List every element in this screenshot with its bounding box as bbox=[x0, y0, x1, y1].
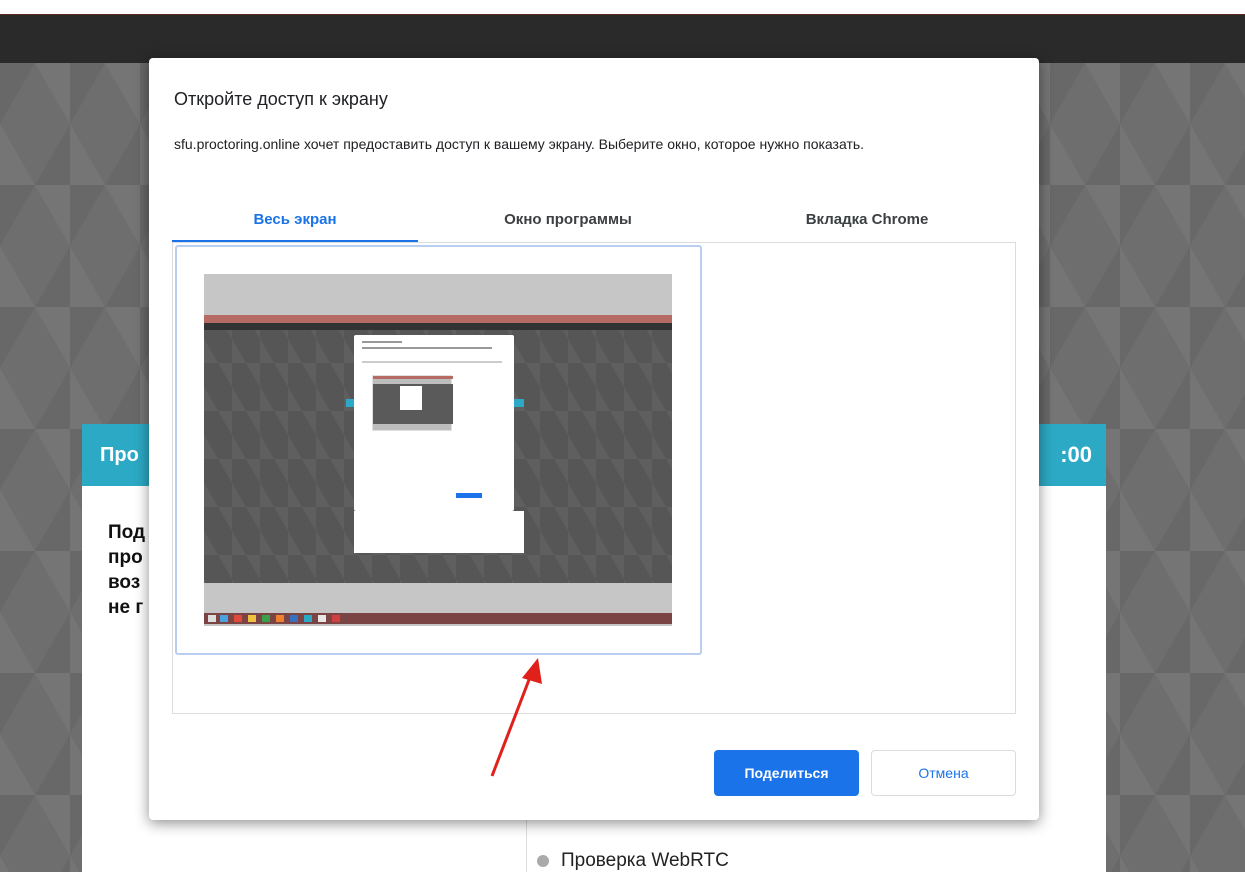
thumbnail-titlebar bbox=[204, 315, 672, 323]
taskbar-icon bbox=[208, 615, 216, 622]
tab-application-window[interactable]: Окно программы bbox=[418, 203, 718, 243]
thumbnail-taskbar bbox=[204, 613, 672, 624]
browser-top-bar bbox=[0, 14, 1245, 63]
taskbar-icon bbox=[276, 615, 284, 622]
tab-entire-screen[interactable]: Весь экран bbox=[172, 203, 418, 243]
status-dot-icon bbox=[537, 855, 549, 867]
arrow-shaft bbox=[490, 671, 534, 777]
check-item-webrtc: Проверка WebRTC bbox=[537, 850, 729, 872]
thumbnail-line bbox=[362, 361, 502, 363]
tab-chrome-tab[interactable]: Вкладка Chrome bbox=[718, 203, 1016, 243]
column-divider bbox=[526, 814, 527, 872]
check-item-label: Проверка WebRTC bbox=[561, 850, 729, 871]
thumbnail-share-button bbox=[456, 493, 482, 498]
thumbnail-addressbar bbox=[204, 323, 672, 330]
taskbar-icon bbox=[304, 615, 312, 622]
screen-thumbnail bbox=[204, 274, 672, 626]
body-line: воз bbox=[108, 572, 141, 593]
screen-source-tile[interactable] bbox=[175, 245, 702, 655]
share-button[interactable]: Поделиться bbox=[714, 750, 859, 796]
share-tabs: Весь экран Окно программы Вкладка Chrome bbox=[172, 203, 1016, 243]
check-header-title: Про bbox=[100, 444, 139, 466]
thumbnail-line bbox=[362, 341, 402, 343]
cancel-button[interactable]: Отмена bbox=[871, 750, 1016, 796]
taskbar-icon bbox=[332, 615, 340, 622]
check-body-text: Под про воз не г bbox=[108, 520, 145, 620]
taskbar-icon bbox=[248, 615, 256, 622]
thumbnail-nested-screen bbox=[372, 375, 453, 431]
taskbar-icon bbox=[234, 615, 242, 622]
dialog-title: Откройте доступ к экрану bbox=[174, 89, 388, 109]
document-top-edge bbox=[0, 0, 1245, 14]
check-timer: :00 bbox=[1060, 442, 1092, 467]
body-line: Под bbox=[108, 522, 146, 543]
taskbar-icon bbox=[220, 615, 228, 622]
thumbnail-desktop bbox=[204, 315, 672, 624]
body-line: не г bbox=[108, 597, 144, 618]
thumbnail-page-panel bbox=[354, 511, 524, 553]
annotation-arrow-icon bbox=[490, 658, 542, 777]
taskbar-icon bbox=[290, 615, 298, 622]
dialog-description: sfu.proctoring.online хочет предоставить… bbox=[174, 136, 865, 152]
body-line: про bbox=[108, 547, 143, 568]
thumbnail-dialog bbox=[354, 335, 514, 511]
taskbar-icon bbox=[262, 615, 270, 622]
thumbnail-nested-dialog bbox=[400, 386, 422, 410]
thumbnail-nested-bar bbox=[373, 376, 453, 379]
taskbar-icon bbox=[318, 615, 326, 622]
share-screen-dialog: Откройте доступ к экрану sfu.proctoring.… bbox=[149, 58, 1039, 820]
thumbnail-line bbox=[362, 347, 492, 349]
arrow-head bbox=[522, 658, 542, 684]
source-picker bbox=[172, 242, 1016, 714]
